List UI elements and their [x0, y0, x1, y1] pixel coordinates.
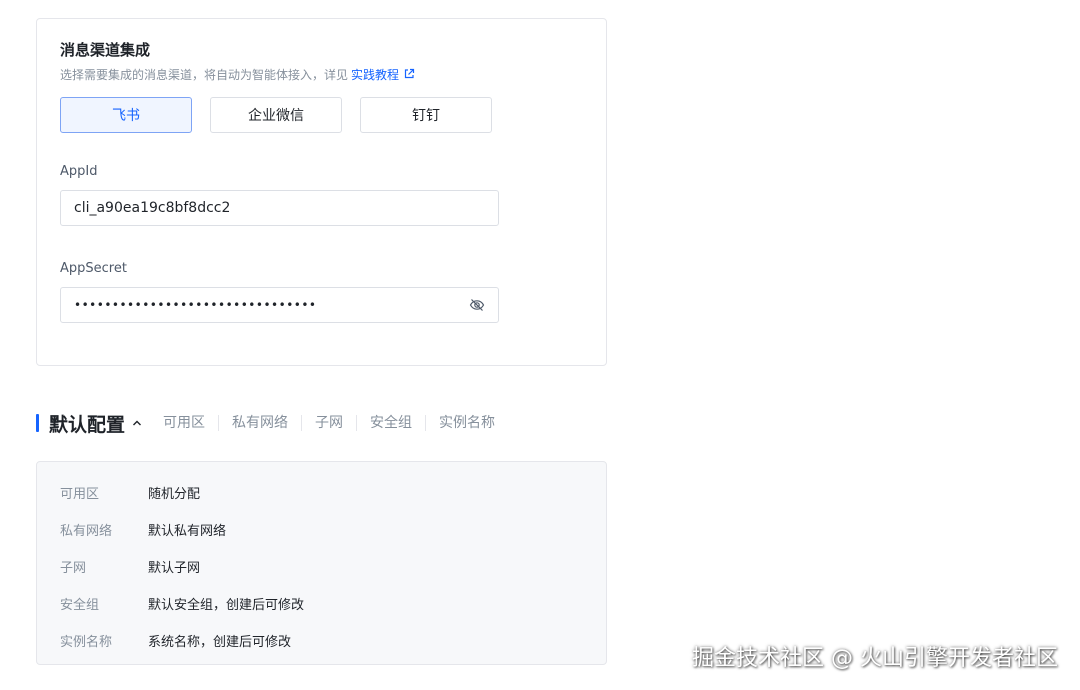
default-config-header: 默认配置 可用区 私有网络 子网 安全组 实例名称	[36, 410, 508, 436]
channel-integration-card: 消息渠道集成 选择需要集成的消息渠道，将自动为智能体接入，详见 实践教程 飞书 企…	[36, 18, 607, 366]
eye-off-icon[interactable]	[469, 297, 485, 313]
appsecret-input[interactable]: ••••••••••••••••••••••••••••••••	[60, 287, 499, 323]
tab-feishu[interactable]: 飞书	[60, 97, 192, 133]
summary-item: 可用区	[163, 415, 206, 431]
detail-value: 默认安全组，创建后可修改	[148, 598, 305, 613]
tutorial-link-label: 实践教程	[351, 68, 400, 82]
detail-row: 安全组 默认安全组，创建后可修改	[60, 594, 304, 613]
default-config-details: 可用区 随机分配 私有网络 默认私有网络 子网 默认子网 安全组 默认安全组，创…	[36, 461, 607, 665]
detail-value: 系统名称，创建后可修改	[148, 635, 292, 650]
appsecret-label: AppSecret	[60, 261, 127, 276]
detail-value: 随机分配	[148, 487, 201, 502]
watermark: 掘金技术社区 @ 火山引擎开发者社区	[692, 646, 1058, 671]
detail-key: 私有网络	[60, 524, 113, 539]
appid-value: cli_a90ea19c8bf8dcc2	[74, 200, 231, 216]
detail-key: 可用区	[60, 487, 100, 502]
tab-wecom[interactable]: 企业微信	[210, 97, 342, 133]
appid-label: AppId	[60, 164, 98, 179]
summary-item: 私有网络	[218, 415, 301, 431]
detail-key: 实例名称	[60, 635, 113, 650]
detail-row: 可用区 随机分配	[60, 483, 200, 502]
card-description-text: 选择需要集成的消息渠道，将自动为智能体接入，详见	[60, 68, 349, 82]
appsecret-value: ••••••••••••••••••••••••••••••••	[74, 298, 317, 312]
card-description: 选择需要集成的消息渠道，将自动为智能体接入，详见 实践教程	[60, 66, 415, 83]
detail-value: 默认私有网络	[148, 524, 227, 539]
section-accent-bar	[36, 414, 39, 432]
appid-input[interactable]: cli_a90ea19c8bf8dcc2	[60, 190, 499, 226]
channel-tabs: 飞书 企业微信 钉钉	[60, 97, 492, 133]
detail-row: 子网 默认子网	[60, 557, 200, 576]
card-title: 消息渠道集成	[60, 41, 151, 59]
summary-item: 子网	[301, 415, 356, 431]
detail-row: 私有网络 默认私有网络	[60, 520, 226, 539]
tutorial-link[interactable]: 实践教程	[351, 68, 415, 82]
summary-item: 安全组	[356, 415, 425, 431]
detail-key: 安全组	[60, 598, 100, 613]
config-summary: 可用区 私有网络 子网 安全组 实例名称	[163, 415, 508, 431]
chevron-up-icon[interactable]	[131, 417, 143, 429]
detail-key: 子网	[60, 561, 87, 576]
external-link-icon	[404, 68, 415, 79]
tab-dingtalk[interactable]: 钉钉	[360, 97, 492, 133]
summary-item: 实例名称	[425, 415, 508, 431]
detail-value: 默认子网	[148, 561, 201, 576]
detail-row: 实例名称 系统名称，创建后可修改	[60, 631, 291, 650]
section-title: 默认配置	[49, 413, 126, 436]
